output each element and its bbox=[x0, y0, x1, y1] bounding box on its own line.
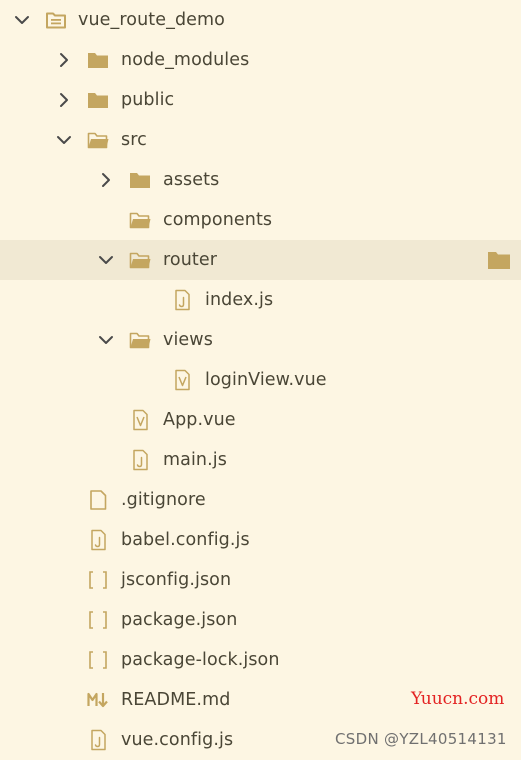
chevron-right-icon[interactable] bbox=[56, 92, 72, 108]
tree-row-gitignore[interactable]: .gitignore bbox=[0, 480, 521, 520]
tree-row-label: public bbox=[121, 90, 175, 110]
root-folder-icon bbox=[44, 9, 68, 31]
tree-row-label: loginView.vue bbox=[205, 370, 327, 390]
chevron-right-icon[interactable] bbox=[98, 172, 114, 188]
chevron-down-icon[interactable] bbox=[14, 12, 30, 28]
tree-row-vue-route-demo[interactable]: vue_route_demo bbox=[0, 0, 521, 40]
tree-row-babel-config-js[interactable]: babel.config.js bbox=[0, 520, 521, 560]
tree-row-assets[interactable]: assets bbox=[0, 160, 521, 200]
tree-row-label: views bbox=[163, 330, 213, 350]
tree-row-package-lock-json[interactable]: package-lock.json bbox=[0, 640, 521, 680]
json-file-icon bbox=[86, 609, 110, 631]
tree-row-label: index.js bbox=[205, 290, 274, 310]
folder-open-icon bbox=[128, 209, 152, 231]
tree-row-label: vue.config.js bbox=[121, 730, 234, 750]
js-file-icon bbox=[86, 529, 110, 551]
tree-row-loginview-vue[interactable]: loginView.vue bbox=[0, 360, 521, 400]
js-file-icon bbox=[86, 729, 110, 751]
new-folder-action-icon[interactable] bbox=[487, 249, 511, 271]
folder-icon bbox=[128, 169, 152, 191]
tree-row-label: README.md bbox=[121, 690, 231, 710]
tree-row-label: src bbox=[121, 130, 147, 150]
chevron-down-icon[interactable] bbox=[98, 252, 114, 268]
chevron-right-icon[interactable] bbox=[56, 52, 72, 68]
json-file-icon bbox=[86, 649, 110, 671]
tree-row-label: main.js bbox=[163, 450, 227, 470]
tree-row-label: babel.config.js bbox=[121, 530, 250, 550]
tree-row-views[interactable]: views bbox=[0, 320, 521, 360]
tree-row-components[interactable]: components bbox=[0, 200, 521, 240]
watermark-site-text: Yuucn.com bbox=[411, 689, 505, 709]
folder-open-icon bbox=[128, 249, 152, 271]
tree-row-label: components bbox=[163, 210, 273, 230]
tree-row-index-js[interactable]: index.js bbox=[0, 280, 521, 320]
vue-file-icon bbox=[128, 409, 152, 431]
file-explorer-tree: vue_route_demo node_modules public src a… bbox=[0, 0, 521, 760]
tree-row-label: package-lock.json bbox=[121, 650, 280, 670]
json-file-icon bbox=[86, 569, 110, 591]
folder-open-icon bbox=[86, 129, 110, 151]
tree-row-label: App.vue bbox=[163, 410, 236, 430]
tree-row-label: router bbox=[163, 250, 218, 270]
tree-row-label: assets bbox=[163, 170, 220, 190]
tree-row-router[interactable]: router bbox=[0, 240, 521, 280]
tree-row-package-json[interactable]: package.json bbox=[0, 600, 521, 640]
tree-row-label: .gitignore bbox=[121, 490, 206, 510]
tree-row-label: vue_route_demo bbox=[78, 10, 225, 30]
tree-row-public[interactable]: public bbox=[0, 80, 521, 120]
markdown-file-icon bbox=[86, 689, 110, 711]
vue-file-icon bbox=[170, 369, 194, 391]
tree-row-label: package.json bbox=[121, 610, 238, 630]
tree-row-node-modules[interactable]: node_modules bbox=[0, 40, 521, 80]
folder-open-icon bbox=[128, 329, 152, 351]
tree-row-app-vue[interactable]: App.vue bbox=[0, 400, 521, 440]
chevron-down-icon[interactable] bbox=[98, 332, 114, 348]
tree-row-src[interactable]: src bbox=[0, 120, 521, 160]
js-file-icon bbox=[128, 449, 152, 471]
file-icon bbox=[86, 489, 110, 511]
js-file-icon bbox=[170, 289, 194, 311]
tree-row-jsconfig-json[interactable]: jsconfig.json bbox=[0, 560, 521, 600]
tree-row-label: node_modules bbox=[121, 50, 250, 70]
tree-row-label: jsconfig.json bbox=[121, 570, 232, 590]
watermark-author-text: CSDN @YZL40514131 bbox=[335, 730, 507, 748]
folder-icon bbox=[86, 49, 110, 71]
tree-row-main-js[interactable]: main.js bbox=[0, 440, 521, 480]
chevron-down-icon[interactable] bbox=[56, 132, 72, 148]
folder-icon bbox=[86, 89, 110, 111]
